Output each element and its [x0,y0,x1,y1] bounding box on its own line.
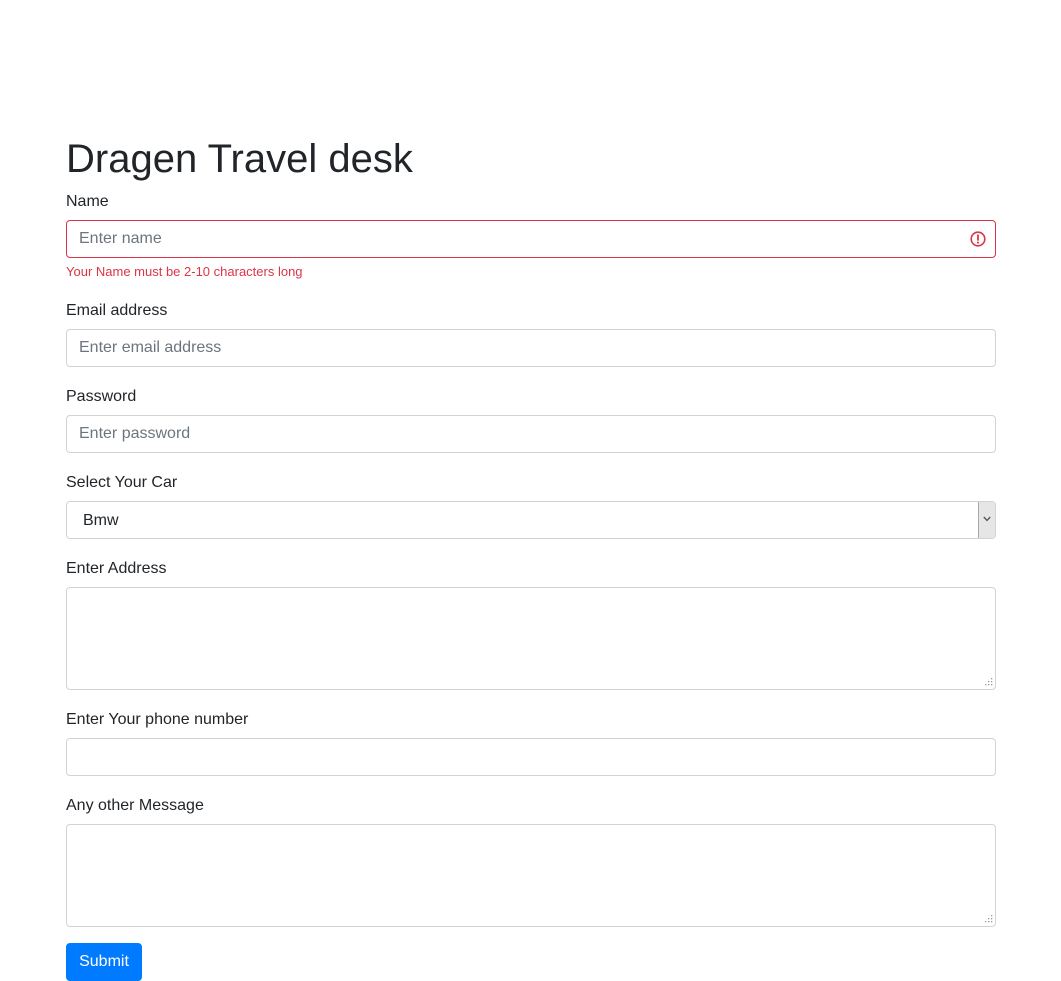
message-label: Any other Message [66,797,204,814]
message-textarea[interactable] [66,824,996,927]
chevron-down-icon [983,516,991,522]
password-input[interactable] [66,415,996,453]
page-title: Dragen Travel desk [66,137,413,181]
resize-grip-icon[interactable] [984,914,993,923]
select-dropdown-button[interactable] [978,502,995,538]
phone-label: Enter Your phone number [66,711,249,728]
car-select[interactable]: Bmw [66,501,996,539]
phone-input[interactable] [66,738,996,776]
resize-grip-icon[interactable] [984,677,993,686]
car-select-value: Bmw [83,512,119,529]
address-textarea[interactable] [66,587,996,690]
name-label: Name [66,193,109,210]
name-error-message: Your Name must be 2-10 characters long [66,264,303,279]
email-label: Email address [66,302,168,319]
car-select-label: Select Your Car [66,474,178,491]
address-label: Enter Address [66,560,167,577]
password-label: Password [66,388,137,405]
email-input[interactable] [66,329,996,367]
name-input[interactable] [66,220,996,258]
submit-button[interactable]: Submit [66,943,142,981]
exclamation-circle-icon [970,231,986,247]
